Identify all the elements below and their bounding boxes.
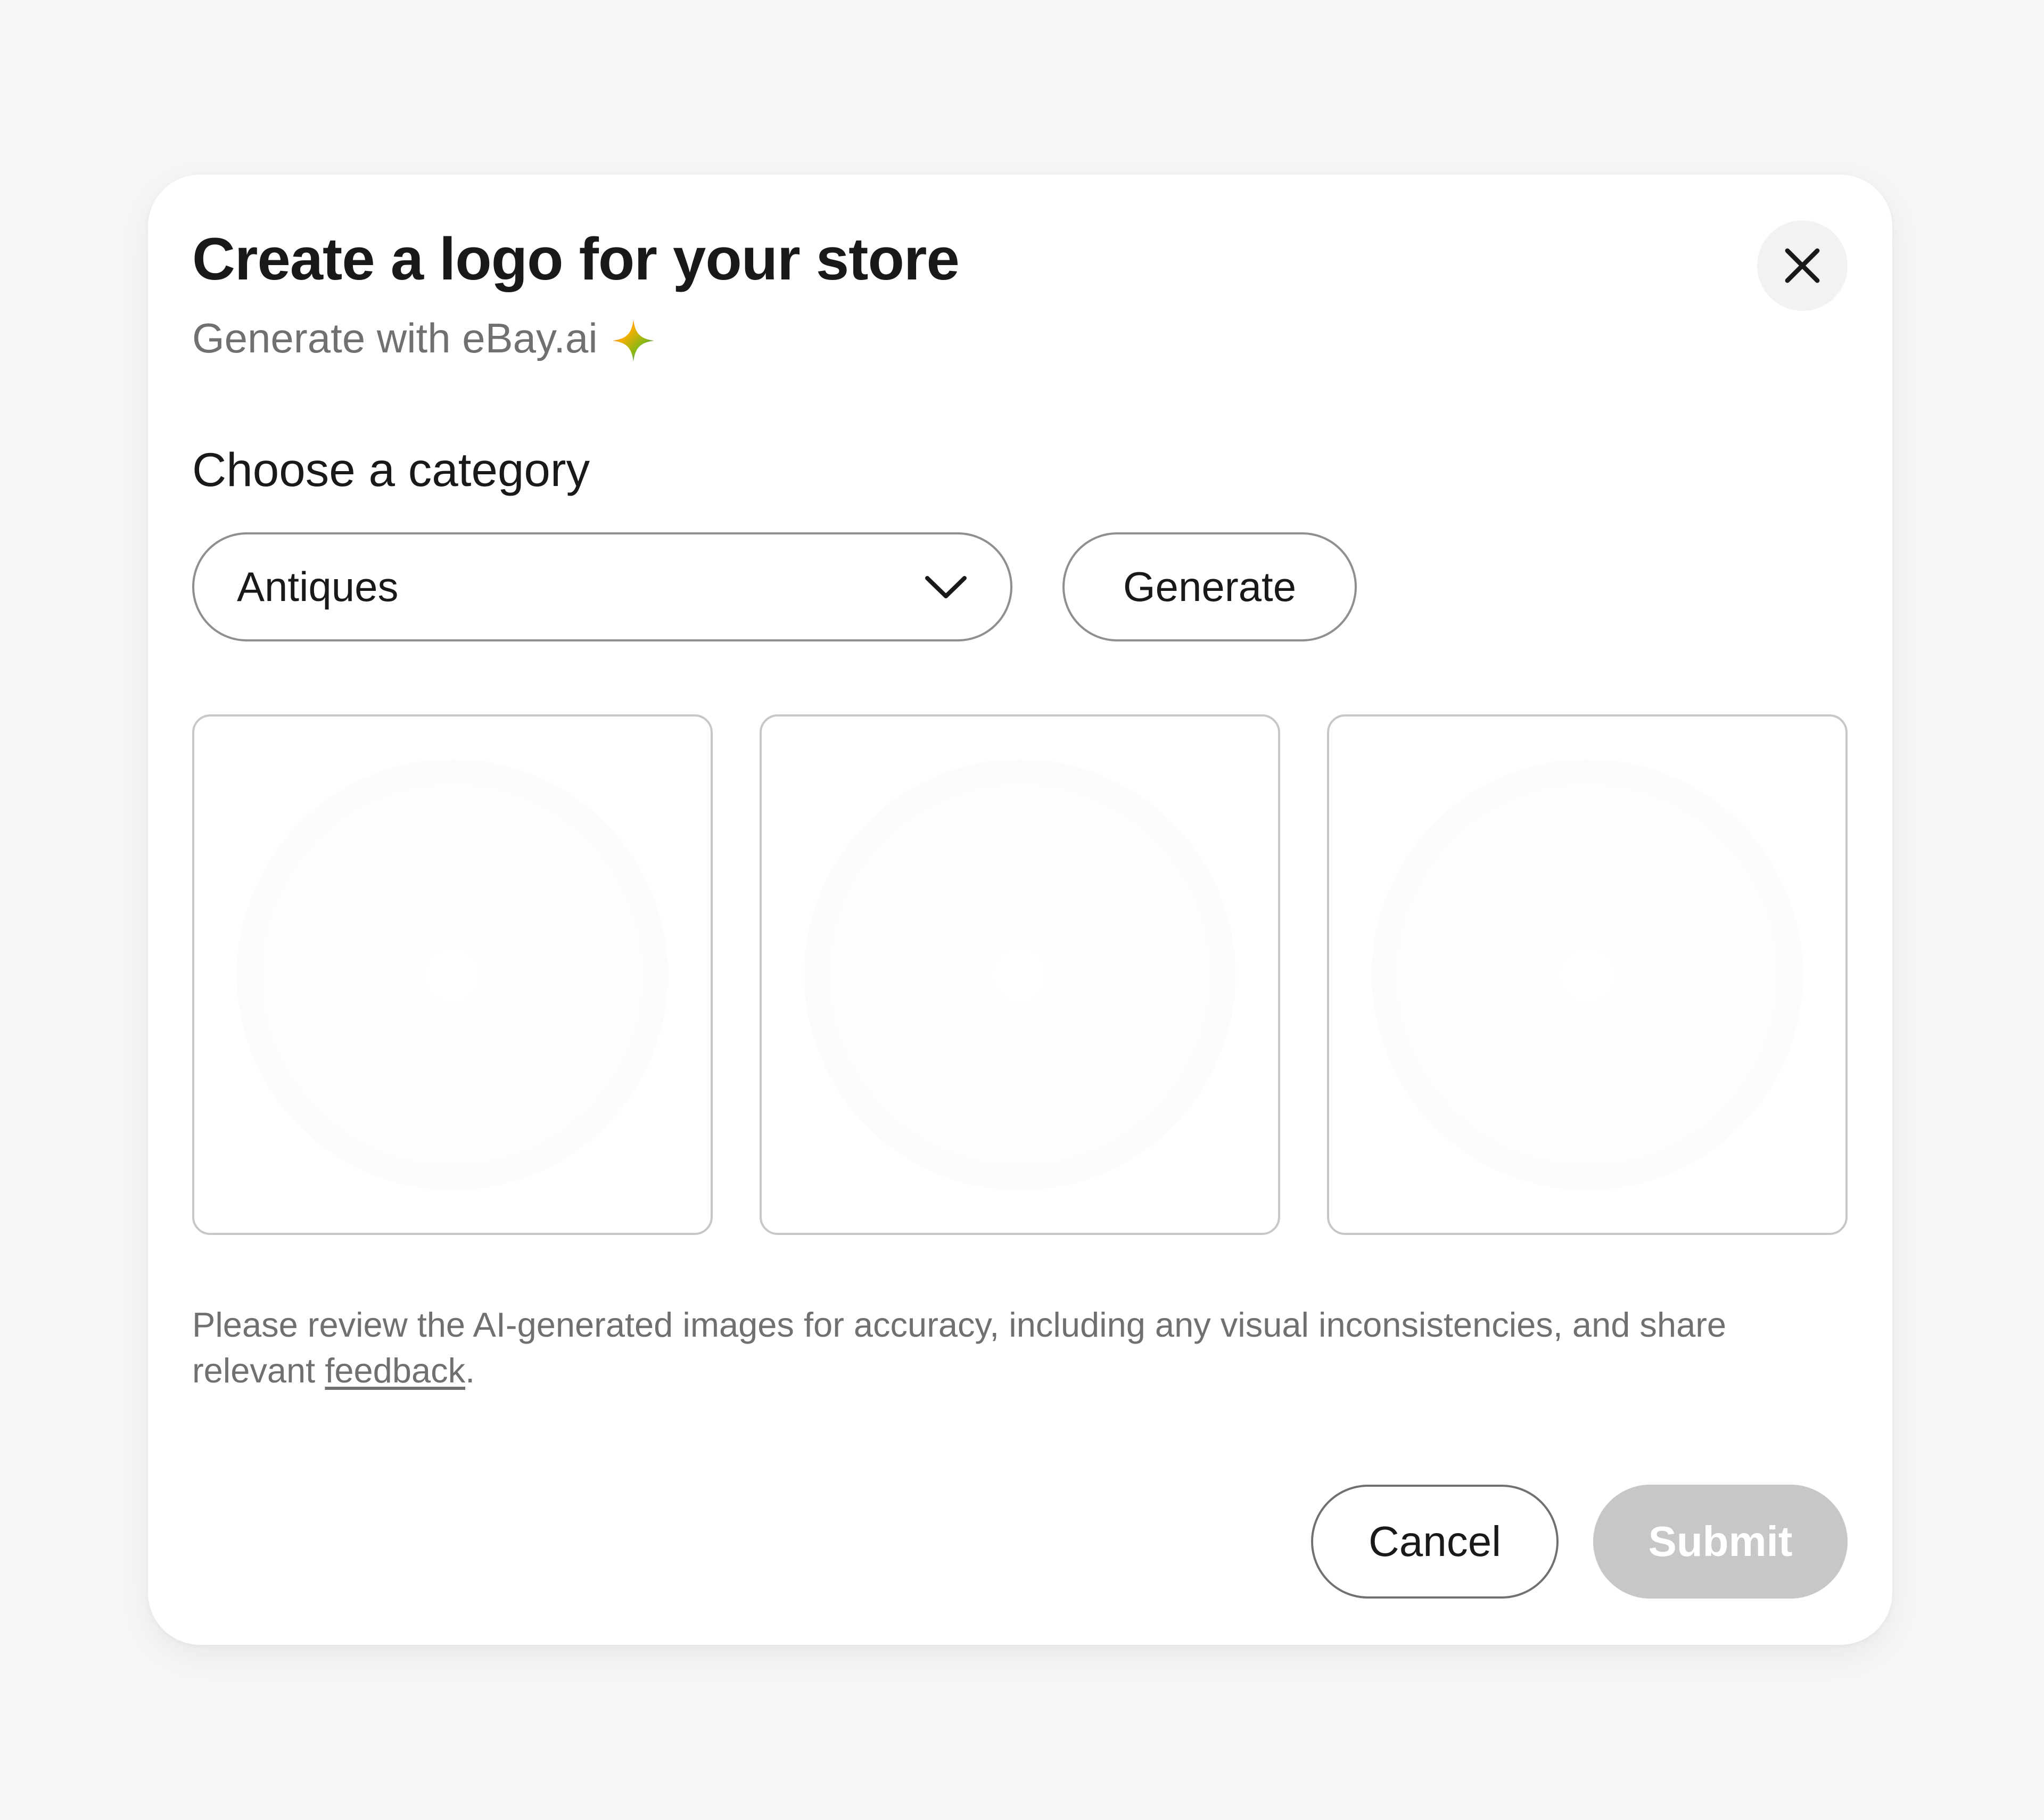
close-icon bbox=[1785, 248, 1820, 283]
chevron-down-icon bbox=[925, 575, 967, 598]
disclaimer-period: . bbox=[465, 1351, 475, 1390]
feedback-link[interactable]: feedback bbox=[325, 1351, 465, 1390]
logo-placeholder bbox=[804, 759, 1235, 1190]
logo-option-3[interactable] bbox=[1327, 714, 1848, 1235]
dialog-title: Create a logo for your store bbox=[192, 226, 960, 292]
submit-button[interactable]: Submit bbox=[1593, 1485, 1848, 1599]
category-select[interactable]: Antiques bbox=[192, 532, 1012, 641]
logo-option-1[interactable] bbox=[192, 714, 713, 1235]
ai-sparkle-icon bbox=[612, 319, 655, 363]
dialog-subtitle: Generate with eBay.ai bbox=[192, 314, 655, 363]
close-button[interactable] bbox=[1757, 220, 1848, 311]
logo-placeholder bbox=[237, 759, 668, 1190]
ai-disclaimer: Please review the AI-generated images fo… bbox=[192, 1302, 1853, 1394]
category-select-value: Antiques bbox=[237, 563, 399, 610]
logo-placeholder bbox=[1372, 759, 1803, 1190]
generate-button[interactable]: Generate bbox=[1062, 532, 1357, 641]
category-label: Choose a category bbox=[192, 443, 590, 496]
cancel-button[interactable]: Cancel bbox=[1311, 1485, 1559, 1599]
logo-option-2[interactable] bbox=[760, 714, 1280, 1235]
subtitle-text: Generate with eBay.ai bbox=[192, 315, 598, 361]
logo-dialog: Create a logo for your store Generate wi… bbox=[148, 175, 1892, 1645]
